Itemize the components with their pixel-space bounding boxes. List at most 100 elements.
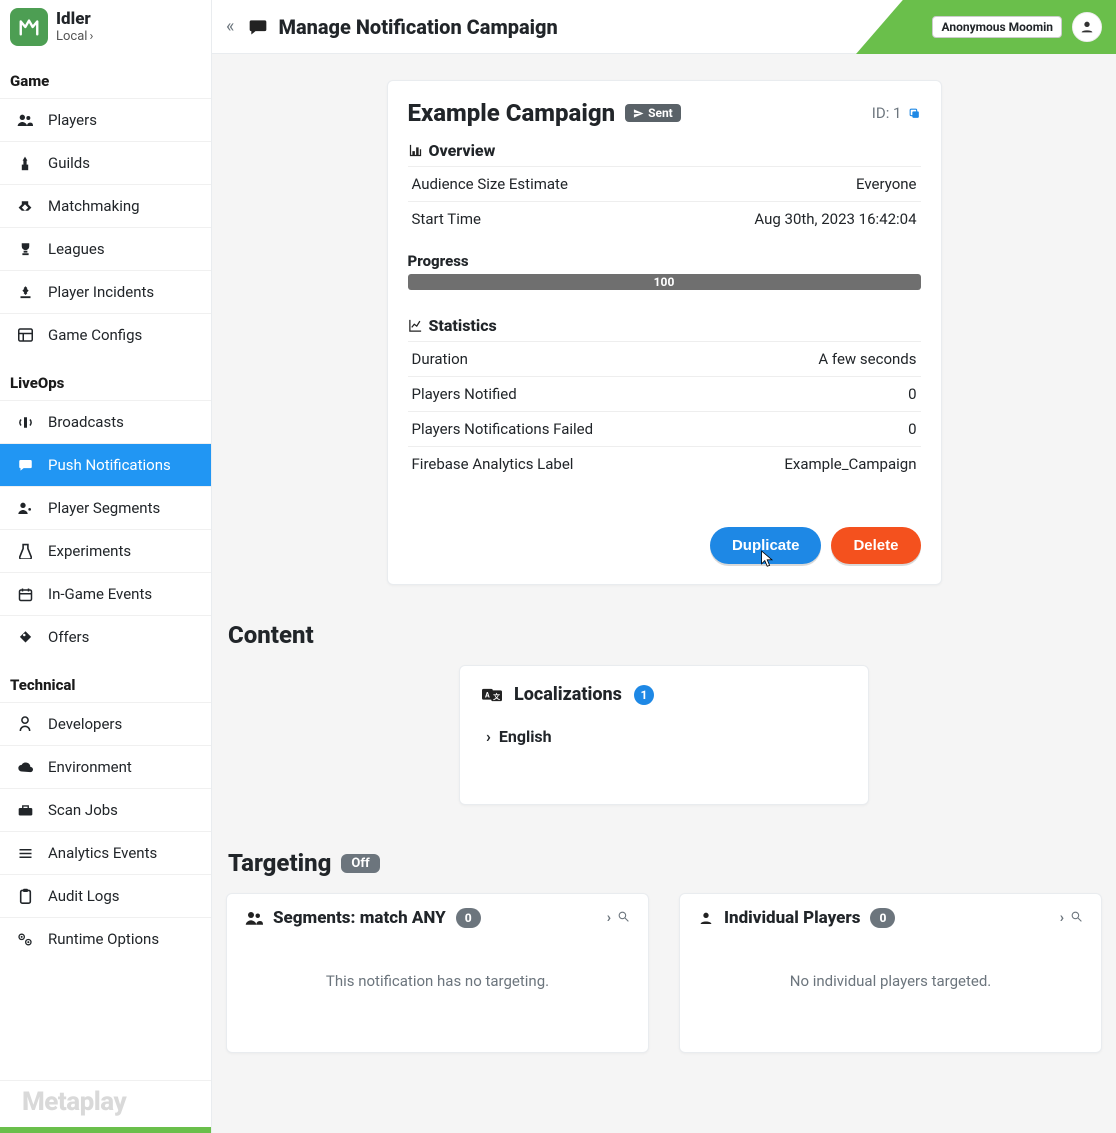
svg-text:A: A (485, 691, 490, 699)
nav-item-scan-jobs[interactable]: Scan Jobs (0, 788, 211, 831)
players-card: Individual Players 0 › No individual pla… (679, 893, 1102, 1053)
table-row: Audience Size EstimateEveryone (408, 167, 921, 202)
svg-text:文: 文 (492, 691, 500, 700)
nav-icon (16, 932, 34, 947)
nav-label: Environment (48, 758, 132, 776)
localization-item[interactable]: › English (486, 727, 846, 746)
nav-item-in-game-events[interactable]: In-Game Events (0, 572, 211, 615)
segments-title: Segments: match ANY (273, 908, 446, 928)
nav-item-broadcasts[interactable]: Broadcasts (0, 400, 211, 443)
nav-label: Scan Jobs (48, 801, 118, 819)
row-key: Duration (408, 342, 703, 377)
nav-item-analytics-events[interactable]: Analytics Events (0, 831, 211, 874)
nav-icon (16, 803, 34, 817)
chat-icon (248, 17, 268, 37)
nav-item-guilds[interactable]: Guilds (0, 141, 211, 184)
nav-item-experiments[interactable]: Experiments (0, 529, 211, 572)
segments-count: 0 (456, 908, 481, 928)
progress-bar: 100 (408, 274, 921, 290)
nav-item-audit-logs[interactable]: Audit Logs (0, 874, 211, 917)
nav-item-player-segments[interactable]: Player Segments (0, 486, 211, 529)
avatar[interactable] (1072, 12, 1102, 42)
app-logo (10, 8, 48, 46)
chevron-right-icon[interactable]: › (1060, 910, 1064, 926)
table-row: Start TimeAug 30th, 2023 16:42:04 (408, 202, 921, 237)
localizations-title: Localizations (514, 684, 622, 705)
nav-label: Player Incidents (48, 283, 154, 301)
nav-icon (16, 242, 34, 257)
nav-icon (16, 888, 34, 904)
collapse-sidebar-button[interactable]: « (226, 16, 234, 37)
user-chip[interactable]: Anonymous Moomin (932, 16, 1062, 38)
nav-label: Matchmaking (48, 197, 140, 215)
players-title: Individual Players (724, 908, 860, 928)
nav-item-game-configs[interactable]: Game Configs (0, 313, 211, 356)
nav-label: Guilds (48, 154, 90, 172)
nav-icon (16, 501, 34, 515)
nav-item-leagues[interactable]: Leagues (0, 227, 211, 270)
chevron-right-icon[interactable]: › (607, 910, 611, 926)
user-icon (698, 910, 714, 926)
nav-item-player-incidents[interactable]: Player Incidents (0, 270, 211, 313)
row-value: 0 (702, 412, 920, 447)
row-value: Everyone (660, 167, 921, 202)
nav-item-matchmaking[interactable]: Matchmaking (0, 184, 211, 227)
nav-label: Experiments (48, 542, 131, 560)
nav-item-players[interactable]: Players (0, 98, 211, 141)
nav-section-header: LiveOps (0, 356, 211, 400)
nav-icon (16, 199, 34, 213)
players-empty: No individual players targeted. (698, 972, 1083, 990)
row-key: Firebase Analytics Label (408, 447, 703, 482)
chevron-right-icon: › (89, 29, 93, 44)
row-key: Audience Size Estimate (408, 167, 660, 202)
players-count: 0 (870, 908, 895, 928)
nav-label: Runtime Options (48, 930, 159, 948)
search-icon[interactable] (617, 910, 630, 926)
nav-icon (16, 587, 34, 602)
sidebar-header: Idler Local› (0, 0, 211, 54)
sidebar: Idler Local› Game Players Guilds Matchmakin… (0, 0, 212, 1133)
nav-icon (16, 285, 34, 300)
env-selector[interactable]: Local› (56, 29, 93, 44)
nav-item-environment[interactable]: Environment (0, 745, 211, 788)
duplicate-button[interactable]: Duplicate (710, 527, 822, 564)
nav-item-push-notifications[interactable]: Push Notifications (0, 443, 211, 486)
table-row: Players Notified0 (408, 377, 921, 412)
row-key: Players Notifications Failed (408, 412, 703, 447)
row-value: A few seconds (702, 342, 920, 377)
campaign-card: Example Campaign Sent ID: 1 Overview (387, 80, 942, 585)
copy-icon[interactable] (908, 107, 921, 120)
segments-card: Segments: match ANY 0 › This notificatio… (226, 893, 649, 1053)
segments-empty: This notification has no targeting. (245, 972, 630, 990)
topbar: « Manage Notification Campaign Anonymous… (212, 0, 1116, 54)
users-icon (245, 910, 263, 926)
status-badge: Sent (625, 104, 681, 122)
nav-label: In-Game Events (48, 585, 152, 603)
nav-label: Players (48, 111, 97, 129)
row-value: Example_Campaign (702, 447, 920, 482)
nav-item-runtime-options[interactable]: Runtime Options (0, 917, 211, 960)
chevron-right-icon: › (486, 727, 491, 746)
nav-item-offers[interactable]: Offers (0, 615, 211, 658)
campaign-title: Example Campaign (408, 99, 616, 127)
app-name: Idler (56, 10, 93, 29)
row-key: Start Time (408, 202, 660, 237)
brand-footer: Metaplay (0, 1080, 211, 1127)
delete-button[interactable]: Delete (831, 527, 920, 564)
targeting-state-badge: Off (341, 854, 379, 873)
localizations-count: 1 (634, 685, 654, 705)
campaign-id: ID: 1 (872, 104, 921, 122)
nav-label: Player Segments (48, 499, 160, 517)
nav-label: Audit Logs (48, 887, 120, 905)
nav-label: Analytics Events (48, 844, 157, 862)
nav-label: Push Notifications (48, 456, 171, 474)
row-value: 0 (702, 377, 920, 412)
main-region: « Manage Notification Campaign Anonymous… (212, 0, 1116, 1133)
nav-icon (16, 716, 34, 732)
content-heading: Content (228, 621, 1102, 649)
nav-section-header: Technical (0, 658, 211, 702)
nav-item-developers[interactable]: Developers (0, 702, 211, 745)
localizations-card: A文 Localizations 1 › English (459, 665, 869, 805)
nav-section-header: Game (0, 54, 211, 98)
search-icon[interactable] (1070, 910, 1083, 926)
